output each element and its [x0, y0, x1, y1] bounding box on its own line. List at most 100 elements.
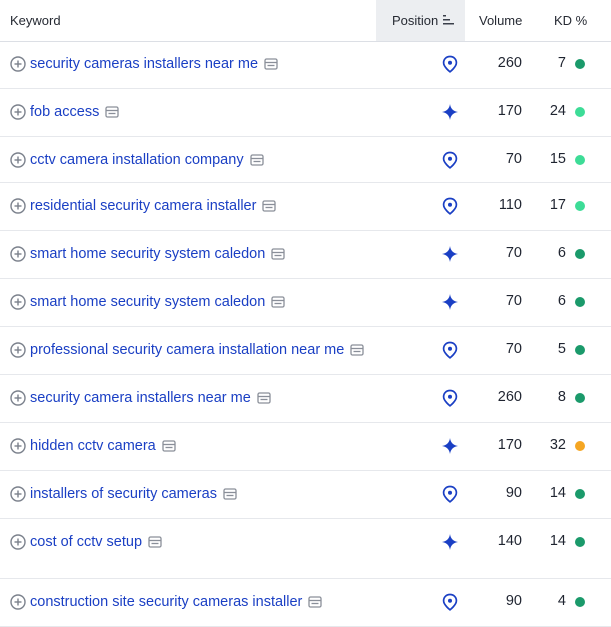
volume-value: 90 — [505, 485, 522, 501]
serp-snapshot-icon[interactable] — [223, 488, 237, 500]
keyword-link[interactable]: professional security camera installatio… — [30, 342, 344, 358]
add-keyword-icon[interactable] — [10, 486, 26, 502]
table-row: installers of security cameras 90 14 — [0, 471, 611, 519]
keyword-link[interactable]: residential security camera installer — [30, 198, 256, 214]
kd-value: 32 — [549, 437, 566, 453]
kd-value: 5 — [557, 341, 566, 357]
keyword-link[interactable]: security cameras installers near me — [30, 56, 258, 72]
serp-snapshot-icon[interactable] — [249, 154, 264, 166]
keyword-cell: construction site security cameras insta… — [30, 592, 323, 612]
kd-value: 7 — [557, 55, 566, 71]
serp-snapshot-icon[interactable] — [162, 440, 176, 452]
column-header-volume[interactable]: Volume — [479, 0, 522, 41]
keyword-cell: hidden cctv camera — [30, 436, 176, 456]
keyword-link[interactable]: construction site security cameras insta… — [30, 594, 302, 610]
serp-snapshot-icon[interactable] — [148, 536, 162, 548]
location-pin-icon — [442, 389, 458, 407]
column-header-kd[interactable]: KD % — [554, 0, 587, 41]
add-keyword-icon[interactable] — [10, 246, 26, 262]
kd-difficulty-dot — [575, 201, 585, 211]
sparkle-icon — [442, 534, 458, 550]
keyword-link[interactable]: smart home security system caledon — [30, 246, 265, 262]
location-pin-icon — [442, 55, 458, 73]
volume-value: 90 — [505, 593, 522, 609]
table-row: security cameras installers near me 260 7 — [0, 41, 611, 89]
volume-value: 170 — [497, 103, 522, 119]
column-header-position[interactable]: Position — [376, 0, 465, 41]
add-keyword-icon[interactable] — [10, 56, 26, 72]
keyword-link[interactable]: smart home security system caledon — [30, 294, 265, 310]
keyword-cell: cctv camera installation company — [30, 150, 264, 170]
keyword-cell: installers of security cameras — [30, 484, 237, 504]
keyword-link[interactable]: hidden cctv camera — [30, 438, 156, 454]
add-keyword-icon[interactable] — [10, 390, 26, 406]
table-header: Keyword Position Volume KD % — [0, 0, 611, 42]
keyword-cell: smart home security system caledon — [30, 244, 285, 264]
keyword-link[interactable]: installers of security cameras — [30, 486, 217, 502]
table-row: fob access 170 24 — [0, 89, 611, 137]
keyword-cell: professional security camera installatio… — [30, 340, 364, 360]
serp-snapshot-icon[interactable] — [350, 344, 364, 356]
location-pin-icon — [442, 341, 458, 359]
volume-value: 260 — [497, 55, 522, 71]
keyword-link[interactable]: security camera installers near me — [30, 390, 251, 406]
add-keyword-icon[interactable] — [10, 152, 26, 168]
keyword-link[interactable]: fob access — [30, 104, 99, 120]
add-keyword-icon[interactable] — [10, 198, 26, 214]
kd-value: 14 — [549, 485, 566, 501]
add-keyword-icon[interactable] — [10, 534, 26, 550]
serp-snapshot-icon[interactable] — [262, 200, 277, 212]
kd-value: 6 — [557, 293, 566, 309]
kd-difficulty-dot — [575, 297, 585, 307]
add-keyword-icon[interactable] — [10, 594, 26, 610]
sparkle-icon — [442, 104, 458, 120]
serp-snapshot-icon[interactable] — [105, 106, 119, 118]
location-pin-icon — [442, 151, 458, 169]
kd-difficulty-dot — [575, 249, 585, 259]
add-keyword-icon[interactable] — [10, 294, 26, 310]
table-row: security camera installers near me 260 8 — [0, 375, 611, 423]
volume-value: 110 — [498, 197, 522, 213]
kd-value: 4 — [557, 593, 566, 609]
serp-snapshot-icon[interactable] — [264, 58, 278, 70]
serp-snapshot-icon[interactable] — [308, 596, 323, 608]
add-keyword-icon[interactable] — [10, 342, 26, 358]
serp-snapshot-icon[interactable] — [271, 248, 285, 260]
kd-difficulty-dot — [575, 537, 585, 547]
serp-snapshot-icon[interactable] — [257, 392, 271, 404]
column-header-keyword[interactable]: Keyword — [10, 0, 61, 41]
kd-value: 24 — [549, 103, 566, 119]
column-header-position-label: Position — [392, 13, 439, 28]
add-keyword-icon[interactable] — [10, 438, 26, 454]
volume-value: 70 — [505, 151, 522, 167]
keyword-link[interactable]: cctv camera installation company — [30, 152, 244, 168]
keyword-cell: cost of cctv setup — [30, 532, 162, 552]
keyword-cell: security cameras installers near me — [30, 54, 278, 74]
location-pin-icon — [442, 593, 458, 611]
keyword-link[interactable]: cost of cctv setup — [30, 534, 142, 550]
add-keyword-icon[interactable] — [10, 104, 26, 120]
volume-value: 170 — [497, 437, 522, 453]
kd-value: 15 — [549, 151, 566, 167]
keyword-cell: residential security camera installer — [30, 196, 277, 216]
volume-value: 260 — [497, 389, 522, 405]
kd-difficulty-dot — [575, 441, 585, 451]
kd-difficulty-dot — [575, 345, 585, 355]
sort-descending-icon[interactable] — [443, 14, 455, 26]
table-row: smart home security system caledon 70 6 — [0, 279, 611, 327]
serp-snapshot-icon[interactable] — [271, 296, 285, 308]
location-pin-icon — [442, 197, 458, 215]
volume-value: 70 — [505, 245, 522, 261]
kd-difficulty-dot — [575, 393, 585, 403]
keyword-cell: smart home security system caledon — [30, 292, 285, 312]
table-row: construction site security cameras insta… — [0, 579, 611, 627]
table-row: smart home security system caledon 70 6 — [0, 231, 611, 279]
kd-difficulty-dot — [575, 155, 585, 165]
table-row: cost of cctv setup 140 14 — [0, 519, 611, 579]
sparkle-icon — [442, 246, 458, 262]
sparkle-icon — [442, 438, 458, 454]
table-row: professional security camera installatio… — [0, 327, 611, 375]
kd-value: 6 — [557, 245, 566, 261]
table-row: residential security camera installer 110… — [0, 183, 611, 231]
volume-value: 70 — [505, 293, 522, 309]
